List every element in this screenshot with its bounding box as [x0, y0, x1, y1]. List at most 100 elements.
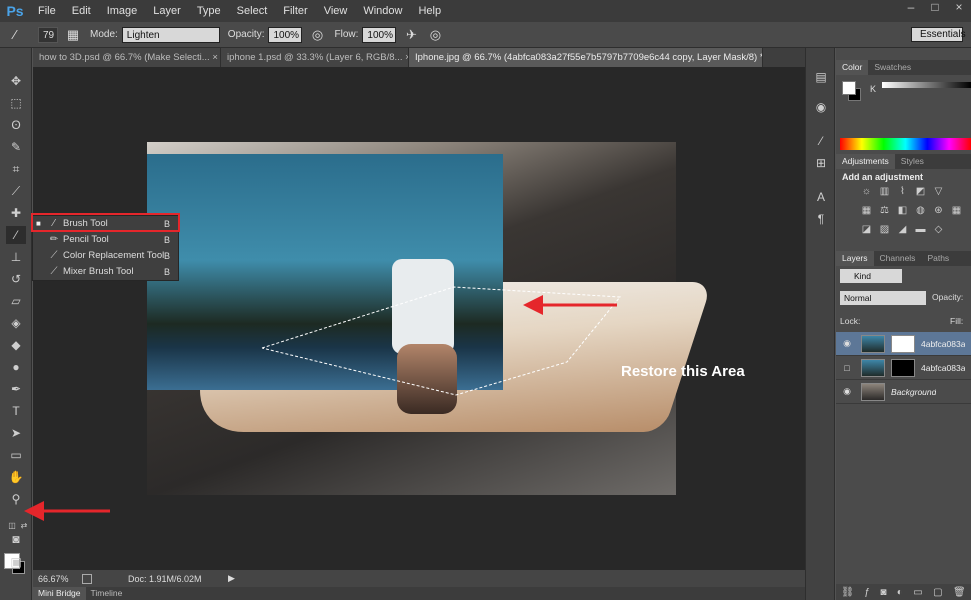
screen-mode-icon[interactable]: ▣	[6, 553, 26, 571]
status-menu-arrow-icon[interactable]: ▶	[228, 573, 235, 584]
tab-timeline[interactable]: Timeline	[86, 587, 128, 600]
export-icon[interactable]	[82, 573, 92, 584]
new-layer-icon[interactable]: ▢	[933, 587, 942, 598]
eyedropper-tool-icon[interactable]: ⟋	[6, 182, 26, 200]
tab-mini-bridge[interactable]: Mini Bridge	[33, 587, 86, 600]
add-mask-icon[interactable]: ◙	[880, 587, 886, 598]
flow-field[interactable]: 100%	[362, 26, 397, 43]
pressure-size-icon[interactable]: ◎	[426, 26, 444, 44]
hue-saturation-icon[interactable]: ▦	[860, 205, 873, 217]
flyout-mixer-brush-tool[interactable]: ⟋ Mixer Brush Tool B	[33, 264, 178, 279]
k-channel-slider[interactable]	[882, 82, 971, 88]
menu-file[interactable]: File	[30, 0, 64, 22]
zoom-readout[interactable]: 66.67%	[38, 574, 76, 584]
tab-paths[interactable]: Paths	[921, 251, 955, 266]
black-white-icon[interactable]: ◧	[896, 205, 909, 217]
quick-select-tool-icon[interactable]: ✎	[6, 138, 26, 156]
menu-type[interactable]: Type	[189, 0, 229, 22]
selective-color-icon[interactable]: ◇	[932, 224, 945, 236]
levels-icon[interactable]: ▥	[878, 186, 891, 198]
tab-channels[interactable]: Channels	[874, 251, 922, 266]
layer-filter-kind[interactable]: Kind	[840, 269, 902, 283]
type-tool-icon[interactable]: T	[6, 402, 26, 420]
clone-stamp-tool-icon[interactable]: ⊥	[6, 248, 26, 266]
panel-foreground-swatch[interactable]	[842, 81, 856, 95]
visibility-eye-icon[interactable]: ◉	[839, 386, 855, 397]
trash-icon[interactable]: 🗑	[953, 587, 966, 598]
brush-tool-icon[interactable]: ⁄	[6, 226, 26, 244]
channel-mixer-icon[interactable]: ⊛	[932, 205, 945, 217]
mode-select[interactable]: Lighten	[121, 26, 220, 43]
minimize-button[interactable]: –	[899, 0, 923, 18]
new-adjustment-icon[interactable]: ◐	[897, 587, 903, 598]
pen-tool-icon[interactable]: ✒	[6, 380, 26, 398]
layer-row-middle[interactable]: □ 4abfca083a	[836, 356, 971, 380]
eraser-tool-icon[interactable]: ▱	[6, 292, 26, 310]
dodge-tool-icon[interactable]: ●	[6, 358, 26, 376]
brush-panel-icon[interactable]: ▦	[64, 26, 82, 44]
posterize-icon[interactable]: ▨	[878, 224, 891, 236]
menu-help[interactable]: Help	[410, 0, 449, 22]
layer-row-top[interactable]: ◉ 4abfca083a	[836, 332, 971, 356]
menu-view[interactable]: View	[316, 0, 356, 22]
pressure-opacity-icon[interactable]: ◎	[308, 26, 326, 44]
photo-filter-icon[interactable]: ◍	[914, 205, 927, 217]
lasso-tool-icon[interactable]: ʘ	[6, 116, 26, 134]
marquee-tool-icon[interactable]: ⬚	[6, 94, 26, 112]
blend-mode-select[interactable]: Normal	[840, 291, 926, 305]
tab-iphone-jpg[interactable]: Iphone.jpg @ 66.7% (4abfca083a27f55e7b57…	[409, 48, 763, 67]
move-tool-icon[interactable]: ✥	[6, 72, 26, 90]
tab-iphone-1[interactable]: iphone 1.psd @ 33.3% (Layer 6, RGB/8... …	[221, 48, 409, 67]
flyout-pencil-tool[interactable]: ✏ Pencil Tool B	[33, 232, 178, 247]
flyout-color-replacement-tool[interactable]: ⟋ Color Replacement Tool B	[33, 248, 178, 263]
visibility-empty-icon[interactable]: □	[839, 363, 855, 373]
color-lookup-icon[interactable]: ▦	[950, 205, 963, 217]
clone-source-icon[interactable]: ⊞	[812, 156, 830, 172]
exposure-icon[interactable]: ◩	[914, 186, 927, 198]
tab-how-to-3d[interactable]: how to 3D.psd @ 66.7% (Make Selecti... ×	[33, 48, 221, 67]
invert-icon[interactable]: ◪	[860, 224, 873, 236]
color-spectrum[interactable]	[840, 138, 971, 150]
threshold-icon[interactable]: ◢	[896, 224, 909, 236]
layer-mask-thumbnail[interactable]	[891, 334, 915, 353]
healing-brush-tool-icon[interactable]: ✚	[6, 204, 26, 222]
menu-window[interactable]: Window	[355, 0, 410, 22]
brightness-icon[interactable]: ☼	[860, 186, 873, 198]
paragraph-panel-icon[interactable]: ¶	[812, 212, 830, 228]
visibility-eye-icon[interactable]: ◉	[839, 338, 855, 349]
quick-mask-icon[interactable]: ◙	[6, 530, 26, 548]
menu-filter[interactable]: Filter	[275, 0, 315, 22]
path-select-tool-icon[interactable]: ➤	[6, 424, 26, 442]
history-brush-tool-icon[interactable]: ↺	[6, 270, 26, 288]
menu-select[interactable]: Select	[229, 0, 276, 22]
brush-size-picker[interactable]: 79	[38, 26, 58, 43]
opacity-field[interactable]: 100%	[268, 26, 303, 43]
close-button[interactable]: ×	[947, 0, 971, 18]
shape-tool-icon[interactable]: ▭	[6, 446, 26, 464]
paint-bucket-tool-icon[interactable]: ◈	[6, 314, 26, 332]
blur-tool-icon[interactable]: ◆	[6, 336, 26, 354]
brush-panel-icon[interactable]: ⁄	[812, 134, 830, 150]
color-balance-icon[interactable]: ⚖	[878, 205, 891, 217]
vibrance-icon[interactable]: ▽	[932, 186, 945, 198]
properties-panel-icon[interactable]: ◉	[812, 100, 830, 116]
character-panel-icon[interactable]: A	[812, 190, 830, 206]
menu-layer[interactable]: Layer	[145, 0, 189, 22]
curves-icon[interactable]: ⌇	[896, 186, 909, 198]
tab-adjustments[interactable]: Adjustments	[836, 154, 895, 169]
layer-style-icon[interactable]: ƒ	[864, 587, 870, 598]
link-layers-icon[interactable]: ⛓	[841, 587, 854, 598]
document-canvas[interactable]: Restore this Area	[33, 67, 805, 570]
workspace-switcher[interactable]: Essentials	[911, 27, 966, 42]
menu-image[interactable]: Image	[99, 0, 146, 22]
tab-color[interactable]: Color	[836, 60, 869, 75]
tab-layers[interactable]: Layers	[836, 251, 874, 266]
gradient-map-icon[interactable]: ▬	[914, 224, 927, 236]
airbrush-icon[interactable]: ✈	[402, 26, 420, 44]
new-group-icon[interactable]: ▭	[913, 587, 922, 598]
hand-tool-icon[interactable]: ✋	[6, 468, 26, 486]
tab-styles[interactable]: Styles	[895, 154, 930, 169]
brush-preset-icon[interactable]: ⁄	[6, 26, 24, 44]
maximize-button[interactable]: □	[923, 0, 947, 18]
layer-row-background[interactable]: ◉ Background	[836, 380, 971, 404]
